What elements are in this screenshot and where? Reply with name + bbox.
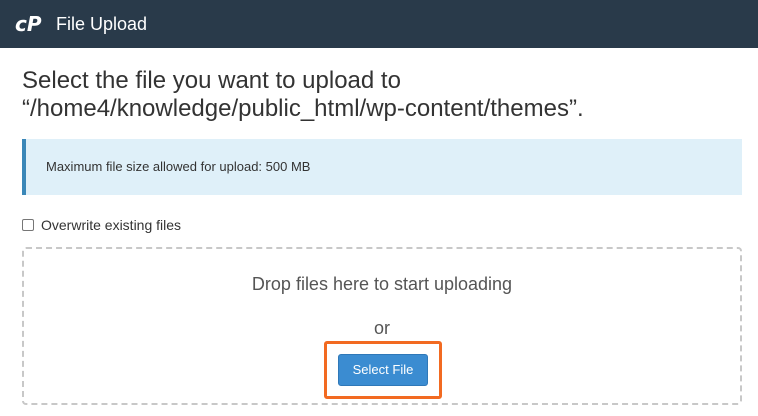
overwrite-checkbox[interactable]	[22, 219, 34, 231]
overwrite-option[interactable]: Overwrite existing files	[22, 217, 181, 233]
heading-line-1: Select the file you want to upload to	[22, 67, 401, 94]
heading-line-2: “/home4/knowledge/public_html/wp-content…	[22, 95, 584, 122]
svg-text:cP: cP	[15, 12, 42, 36]
drop-instructions: Drop files here to start uploading	[251, 274, 513, 294]
file-drop-zone[interactable]: Drop files here to start uploading or Se…	[22, 247, 742, 405]
select-file-button[interactable]: Select File	[338, 354, 428, 386]
overwrite-label: Overwrite existing files	[41, 217, 182, 233]
upload-destination-heading: Select the file you want to upload to “/…	[22, 67, 742, 123]
top-bar: cP File Upload	[0, 0, 758, 48]
select-file-highlight: Select File	[324, 341, 442, 399]
max-file-size-text: Maximum file size allowed for upload: 50…	[46, 159, 311, 174]
cpanel-logo-icon: cP	[15, 12, 42, 36]
or-separator: or	[373, 318, 390, 338]
page-title: File Upload	[56, 14, 148, 34]
info-alert: Maximum file size allowed for upload: 50…	[22, 139, 742, 195]
